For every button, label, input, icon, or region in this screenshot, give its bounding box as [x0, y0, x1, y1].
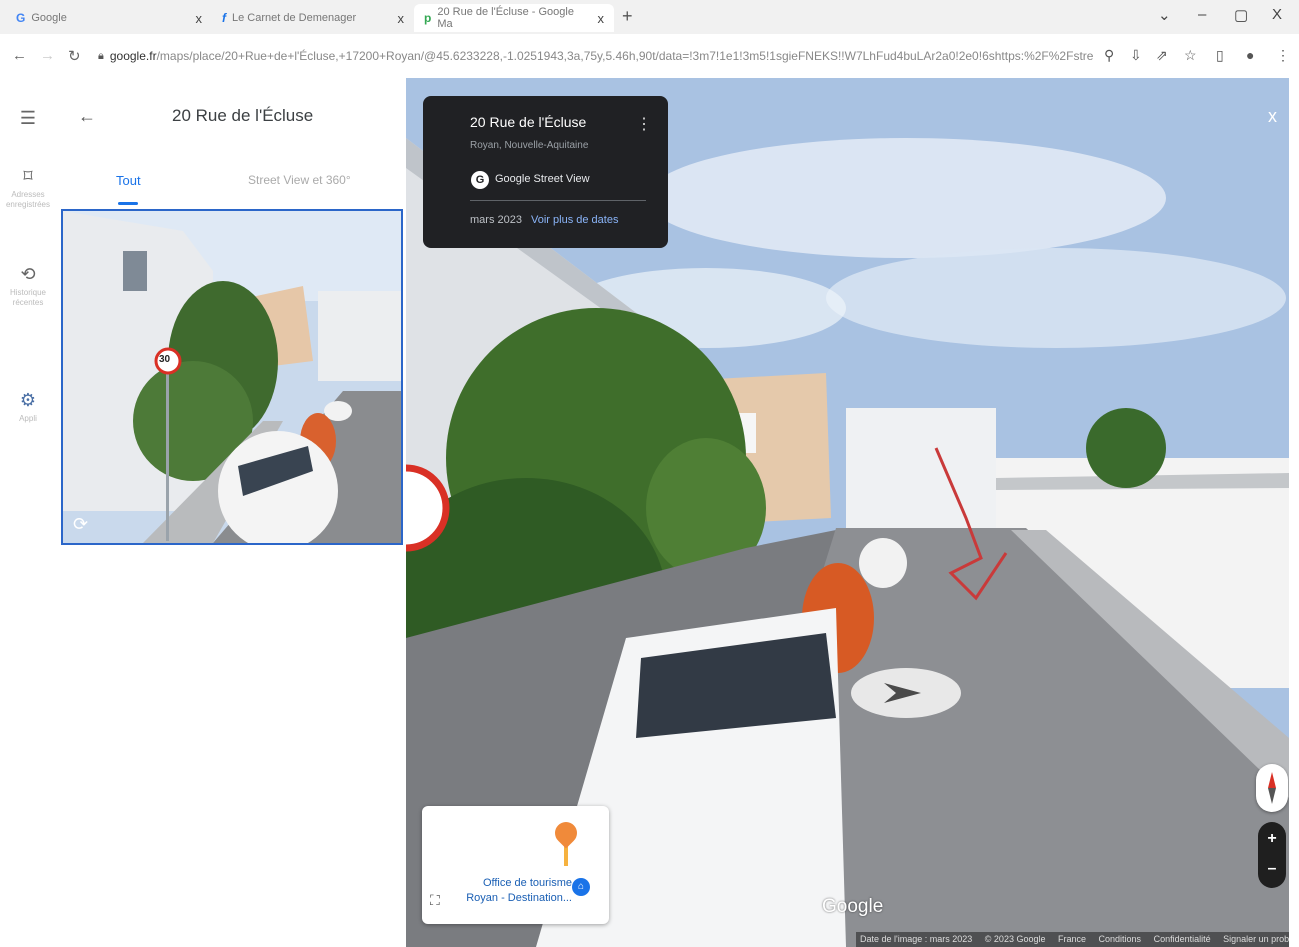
place-title: 20 Rue de l'Écluse [172, 106, 314, 125]
capture-date: mars 2023 [470, 214, 522, 226]
street-view-canvas[interactable]: 20 Rue de l'Écluse Royan, Nouvelle-Aquit… [406, 78, 1289, 947]
tab-close-icon[interactable]: x [398, 11, 405, 26]
rail-saved[interactable]: ⌑ Adresses enregistrées [0, 166, 56, 210]
report-problem-link[interactable]: Signaler un problème [1223, 934, 1289, 944]
card-source: Google Street View [495, 173, 590, 185]
active-tab-indicator [118, 202, 138, 205]
poi-label[interactable]: Office de tourisme Royan - Destination..… [460, 876, 572, 906]
rail-apps[interactable]: ⚙ Appli [0, 390, 56, 424]
card-divider [470, 200, 646, 201]
card-subtitle: Royan, Nouvelle-Aquitaine [470, 140, 589, 151]
tab-close-icon[interactable]: x [196, 11, 203, 26]
rail-history[interactable]: ⟲ Historique récentes [0, 264, 56, 308]
url-host: google.fr [109, 49, 157, 63]
maps-favicon-icon: p [424, 11, 432, 25]
zoom-control: + – [1258, 822, 1286, 888]
bookmark-star-icon[interactable]: ☆ [1184, 47, 1197, 64]
url-field[interactable]: 🔒︎ google.fr /maps/place/20+Rue+de+l'Écl… [98, 44, 1093, 68]
back-icon[interactable]: ← [12, 47, 27, 64]
rail-label: Appli [19, 414, 37, 423]
attribution-bar: Date de l'image : mars 2023 © 2023 Googl… [856, 932, 1289, 947]
street-view-logo-icon: G [471, 171, 489, 189]
tab-street-view[interactable]: Street View et 360° [248, 173, 351, 187]
reload-icon[interactable]: ↻ [68, 47, 81, 65]
rail-menu[interactable]: ☰ [0, 108, 56, 132]
forward-icon[interactable]: → [40, 47, 55, 64]
lock-icon: 🔒︎ [98, 49, 104, 62]
address-bar: ← → ↻ 🔒︎ google.fr /maps/place/20+Rue+de… [0, 34, 1299, 78]
more-options-icon[interactable]: ⋮ [636, 114, 652, 134]
apps-icon: ⚙ [19, 390, 37, 410]
privacy-link[interactable]: Confidentialité [1154, 934, 1211, 944]
bookmark-icon: ⌑ [23, 166, 33, 186]
compass-south-icon [1268, 788, 1276, 804]
history-icon: ⟲ [20, 264, 36, 284]
compass-north-icon [1268, 772, 1276, 788]
tab-all[interactable]: Tout [116, 173, 141, 188]
browser-menu-icon[interactable]: ⋮ [1276, 47, 1290, 64]
card-title: 20 Rue de l'Écluse [470, 114, 587, 130]
google-logo: Google [822, 896, 884, 917]
close-window-button[interactable]: X [1272, 6, 1282, 23]
compass-button[interactable] [1256, 764, 1288, 812]
tab-title: 20 Rue de l'Écluse - Google Ma [437, 6, 574, 30]
site-favicon-icon: f [222, 11, 226, 25]
close-street-view-button[interactable]: x [1268, 106, 1277, 127]
terms-link[interactable]: Conditions [1099, 934, 1142, 944]
rotate-360-icon: ⟳ [73, 514, 89, 534]
thumbnail-scene [63, 211, 401, 543]
browser-tab-carnet[interactable]: f Le Carnet de Demenager x [212, 4, 414, 32]
country-link[interactable]: France [1058, 934, 1086, 944]
tab-close-icon[interactable]: x [598, 11, 605, 26]
maps-side-rail: ☰ ⌑ Adresses enregistrées ⟲ Historique r… [0, 78, 56, 947]
new-tab-button[interactable]: + [622, 6, 633, 27]
copyright: © 2023 Google [984, 934, 1046, 944]
mini-map[interactable]: Office de tourisme Royan - Destination..… [422, 806, 609, 924]
side-panel-icon[interactable]: ▯ [1216, 47, 1224, 64]
location-info-card: 20 Rue de l'Écluse Royan, Nouvelle-Aquit… [423, 96, 668, 248]
back-arrow-icon[interactable]: ← [78, 106, 96, 127]
profile-icon[interactable]: ● [1246, 47, 1254, 63]
tab-search-icon[interactable]: ⌄ [1158, 6, 1171, 24]
browser-tab-google[interactable]: G Google x [6, 4, 212, 32]
zoom-in-button[interactable]: + [1258, 830, 1286, 848]
tab-title: Le Carnet de Demenager [232, 12, 357, 24]
location-pin-icon [550, 817, 582, 849]
image-date: Date de l'image : mars 2023 [860, 934, 973, 944]
maximize-button[interactable]: ▢ [1234, 6, 1248, 24]
place-panel: ← 20 Rue de l'Écluse Tout Street View et… [56, 78, 406, 947]
install-icon[interactable]: ⇩ [1130, 47, 1142, 64]
expand-map-icon[interactable]: ⛶ [430, 892, 440, 909]
menu-icon: ☰ [19, 108, 37, 128]
rail-label: Historique récentes [9, 288, 46, 307]
google-favicon-icon: G [16, 11, 26, 25]
location-icon[interactable]: ⚲ [1104, 47, 1114, 64]
tab-title: Google [31, 12, 67, 24]
tourism-office-icon[interactable]: ⌂ [572, 878, 590, 896]
zoom-out-button[interactable]: – [1258, 860, 1286, 878]
share-icon[interactable]: ⇗ [1156, 47, 1168, 64]
minimize-button[interactable]: – [1198, 6, 1206, 23]
url-path: /maps/place/20+Rue+de+l'Écluse,+17200+Ro… [156, 49, 1093, 63]
speed-sign-label: 30 [159, 354, 171, 365]
browser-tab-maps[interactable]: p 20 Rue de l'Écluse - Google Ma x [414, 4, 614, 32]
rail-label: Adresses enregistrées [5, 190, 51, 209]
see-more-dates-link[interactable]: Voir plus de dates [531, 214, 618, 226]
browser-tab-bar: G Google x f Le Carnet de Demenager x p … [0, 0, 1299, 34]
street-view-thumbnail[interactable]: 30 ⟳ [61, 209, 403, 545]
